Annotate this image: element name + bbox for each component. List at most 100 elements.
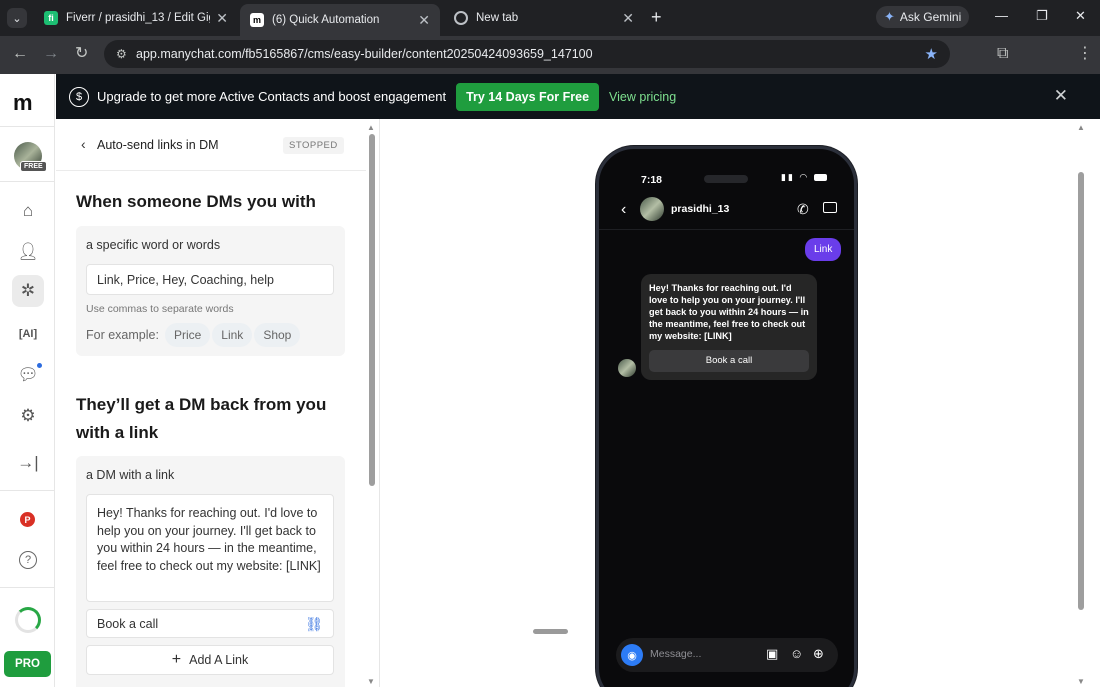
minimize-icon[interactable]: — <box>995 8 1008 23</box>
wifi-icon: ◠ <box>799 172 810 182</box>
ask-gemini-button[interactable]: ✦ Ask Gemini <box>876 6 970 28</box>
tab-new-tab[interactable]: New tab ✕ <box>444 4 644 32</box>
divider <box>0 181 55 182</box>
tab-label: New tab <box>476 12 519 24</box>
examples-row: For example: Price Link Shop <box>86 323 301 347</box>
example-label: For example: <box>86 328 159 342</box>
pro-upgrade-button[interactable]: PRO <box>4 651 51 677</box>
tab-label: (6) Quick Automation <box>272 14 380 26</box>
free-plan-badge: FREE <box>20 161 47 172</box>
bookmark-star-icon[interactable]: ★ <box>925 45 938 63</box>
example-chip[interactable]: Link <box>212 323 253 347</box>
plus-circle-icon: ⊕ <box>813 646 824 661</box>
collapse-sidebar-icon[interactable]: →| <box>12 447 44 479</box>
phone-preview: 7:18 ▮▮ ◠ ‹ prasidhi_13 ✆ Link Hey! Than… <box>596 146 857 687</box>
link-button-label: Book a call <box>97 617 159 631</box>
manychat-logo[interactable]: m <box>13 90 33 116</box>
scroll-down-arrow-icon[interactable]: ▼ <box>1077 677 1085 686</box>
panel-scrollbar[interactable] <box>369 134 375 486</box>
reload-icon[interactable]: ↻ <box>75 45 88 63</box>
link-chain-icon[interactable]: ⛓ <box>305 616 323 633</box>
scroll-up-arrow-icon[interactable]: ▲ <box>367 123 375 132</box>
fiverr-icon: fi <box>44 11 58 25</box>
dynamic-island <box>704 175 748 183</box>
message-textarea[interactable]: Hey! Thanks for reaching out. I'd love t… <box>86 494 334 602</box>
new-tab-plus-icon[interactable]: + <box>651 7 662 28</box>
settings-gear-icon[interactable]: ⚙ <box>12 400 44 432</box>
response-card: a DM with a link Hey! Thanks for reachin… <box>76 456 345 687</box>
trigger-card: a specific word or words Link, Price, He… <box>76 226 345 356</box>
app-sidebar: m FREE ⌂ 👤︎ ✲ [AI] 💬︎ ⚙ →| P ? PRO <box>0 74 55 687</box>
gemini-sparkle-icon: ✦ <box>884 9 895 24</box>
chat-back-icon: ‹ <box>621 201 627 218</box>
preview-scrollbar[interactable] <box>1078 172 1084 610</box>
profile-p-badge[interactable]: P <box>20 512 35 527</box>
divider <box>0 490 55 491</box>
automation-title[interactable]: Auto-send links in DM <box>97 138 219 152</box>
contacts-icon[interactable]: 👤︎ <box>12 236 44 268</box>
divider <box>0 126 55 127</box>
panel-header: ‹ Auto-send links in DM STOPPED <box>56 119 366 171</box>
notification-dot <box>37 363 42 368</box>
status-badge: STOPPED <box>283 137 344 154</box>
add-link-button[interactable]: + Add A Link <box>86 645 334 675</box>
address-bar[interactable]: ⚙ app.manychat.com/fb5165867/cms/easy-bu… <box>104 40 950 68</box>
chat-user-avatar <box>640 197 664 221</box>
back-arrow-icon[interactable]: ← <box>12 45 28 63</box>
preview-drag-handle[interactable] <box>533 629 568 634</box>
reply-text: Hey! Thanks for reaching out. I'd love t… <box>649 283 809 341</box>
try-free-button[interactable]: Try 14 Days For Free <box>456 82 600 111</box>
upgrade-banner: $ Upgrade to get more Active Contacts an… <box>56 74 1100 119</box>
close-tab-icon[interactable]: ✕ <box>216 10 228 27</box>
onboarding-progress-icon[interactable] <box>15 607 41 633</box>
forward-arrow-icon[interactable]: → <box>43 45 59 63</box>
scroll-down-arrow-icon[interactable]: ▼ <box>367 677 375 686</box>
trigger-label: a specific word or words <box>86 238 221 252</box>
plus-icon: + <box>171 651 182 668</box>
reply-message-bubble: Hey! Thanks for reaching out. I'd love t… <box>641 274 817 380</box>
restore-icon[interactable]: ❐ <box>1036 8 1048 24</box>
tab-fiverr[interactable]: fi Fiverr / prasidhi_13 / Edit Gig ✕ <box>34 4 238 32</box>
response-section-title: They’ll get a DM back from you with a li… <box>76 395 327 442</box>
tab-quick-automation[interactable]: m (6) Quick Automation ✕ <box>240 4 440 36</box>
browser-toolbar: ← → ↻ ⚙ app.manychat.com/fb5165867/cms/e… <box>0 36 1100 99</box>
ask-gemini-label: Ask Gemini <box>899 10 962 24</box>
view-pricing-link[interactable]: View pricing <box>609 90 676 104</box>
banner-text: Upgrade to get more Active Contacts and … <box>97 89 447 104</box>
gallery-icon: ▣ <box>766 646 779 661</box>
divider <box>599 229 854 230</box>
site-settings-icon[interactable]: ⚙ <box>116 47 132 61</box>
scroll-up-arrow-icon[interactable]: ▲ <box>1077 123 1085 132</box>
ai-icon[interactable]: [AI] <box>12 318 44 350</box>
phone-call-icon: ✆ <box>797 201 809 217</box>
trigger-section-title: When someone DMs you with <box>76 192 316 211</box>
add-link-label: Add A Link <box>189 653 249 667</box>
status-icons: ▮▮ ◠ <box>781 172 827 183</box>
help-icon[interactable]: ? <box>19 551 37 569</box>
chat-username: prasidhi_13 <box>671 203 730 215</box>
divider <box>0 587 55 588</box>
close-tab-icon[interactable]: ✕ <box>622 10 634 27</box>
close-banner-icon[interactable]: ✕ <box>1054 86 1068 106</box>
sticker-icon: ☺ <box>790 646 804 661</box>
link-button-row[interactable]: Book a call ⛓ <box>86 609 334 638</box>
dollar-coin-icon: $ <box>69 86 89 107</box>
example-chip[interactable]: Shop <box>254 323 301 347</box>
example-chip[interactable]: Price <box>164 323 211 347</box>
close-window-icon[interactable]: ✕ <box>1075 8 1086 24</box>
browser-menu-icon[interactable]: ⋮ <box>1077 45 1093 63</box>
battery-icon <box>813 174 827 182</box>
close-tab-icon[interactable]: ✕ <box>418 12 430 29</box>
browser-tab-bar: ⌄ fi Fiverr / prasidhi_13 / Edit Gig ✕ m… <box>0 0 1100 36</box>
home-icon[interactable]: ⌂ <box>12 195 44 227</box>
tab-search-dropdown-icon[interactable]: ⌄ <box>7 8 27 28</box>
extensions-puzzle-icon[interactable]: ⧉ <box>997 45 1008 63</box>
keywords-input[interactable]: Link, Price, Hey, Coaching, help <box>86 264 334 295</box>
automation-icon[interactable]: ✲ <box>12 275 44 307</box>
url-text[interactable]: app.manychat.com/fb5165867/cms/easy-buil… <box>136 47 925 61</box>
video-call-icon <box>823 202 837 213</box>
composer-placeholder: Message... <box>650 648 702 660</box>
back-chevron-icon[interactable]: ‹ <box>81 136 86 152</box>
manychat-icon: m <box>250 13 264 27</box>
chrome-icon <box>454 11 468 25</box>
